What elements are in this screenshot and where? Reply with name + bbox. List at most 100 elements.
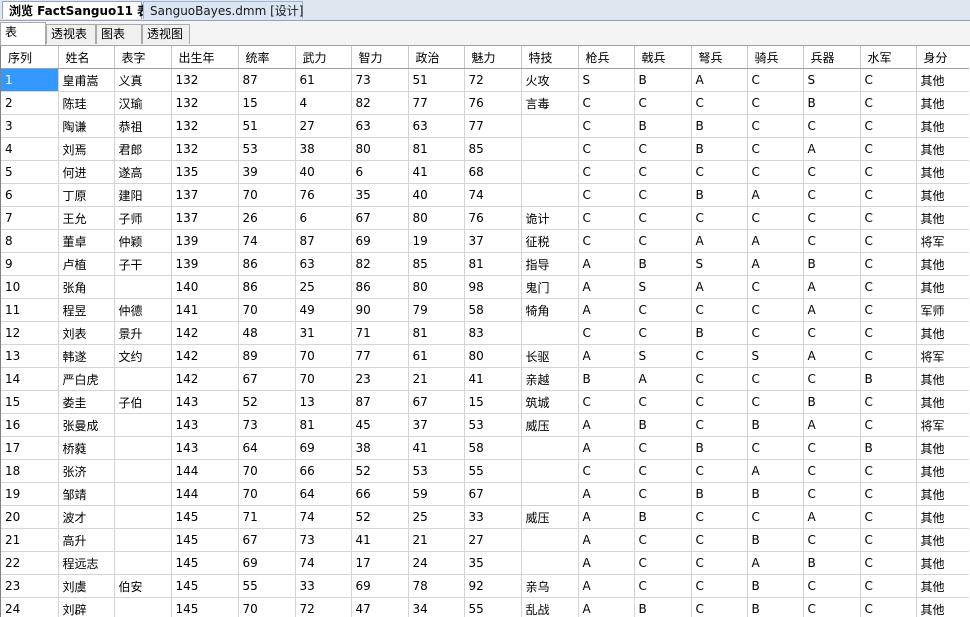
table-cell[interactable]: 85 (408, 252, 465, 276)
table-cell[interactable]: C (691, 206, 748, 230)
column-header[interactable]: 智力 (351, 46, 409, 69)
table-cell[interactable]: 70 (295, 344, 352, 368)
table-cell[interactable]: C (691, 597, 748, 617)
table-row[interactable]: 16 张曼成 143 73 81 45 37 53 威压 A B C B A C 将军 (1, 413, 969, 437)
table-cell[interactable]: C (634, 551, 692, 575)
table-cell[interactable]: 刘焉 (58, 137, 115, 161)
table-cell[interactable]: S (634, 275, 692, 299)
table-cell[interactable]: C (691, 91, 748, 115)
table-row[interactable]: 11 程昱 仲德 141 70 49 90 79 58 犄角 A C C C A C 军师 (1, 298, 969, 322)
table-row[interactable]: 4 刘焉 君郎 132 53 38 80 81 85 C C B C A C 其他 (1, 137, 969, 161)
table-cell[interactable]: 其他 (916, 137, 969, 161)
table-cell[interactable]: B (691, 436, 748, 460)
table-cell[interactable]: 86 (351, 275, 409, 299)
table-cell[interactable]: 陈珪 (58, 91, 115, 115)
table-cell[interactable] (114, 436, 172, 460)
table-cell[interactable]: B (691, 114, 748, 138)
table-cell[interactable]: C (803, 367, 861, 391)
table-cell[interactable]: 81 (408, 321, 465, 345)
table-cell[interactable] (114, 482, 172, 506)
table-cell[interactable]: 王允 (58, 206, 115, 230)
table-cell[interactable]: C (634, 91, 692, 115)
table-cell[interactable]: 刘辟 (58, 597, 115, 617)
table-cell[interactable]: C (747, 367, 804, 391)
table-cell[interactable]: 25 (295, 275, 352, 299)
table-cell[interactable]: A (747, 252, 804, 276)
table-cell[interactable]: C (747, 275, 804, 299)
table-cell[interactable]: 55 (464, 459, 522, 483)
table-cell[interactable]: A (803, 298, 861, 322)
table-cell[interactable]: 将军 (916, 413, 969, 437)
table-cell[interactable]: C (578, 321, 635, 345)
table-cell[interactable]: 53 (464, 413, 522, 437)
table-cell[interactable]: A (578, 252, 635, 276)
table-cell[interactable]: S (634, 344, 692, 368)
table-cell[interactable]: C (803, 321, 861, 345)
table-cell[interactable]: C (747, 505, 804, 529)
table-cell[interactable]: 张济 (58, 459, 115, 483)
table-row[interactable]: 2 陈珪 汉瑜 132 15 4 82 77 76 言毒 C C C C B C 其他 (1, 91, 969, 115)
table-cell[interactable]: 2 (1, 91, 59, 115)
table-cell[interactable]: C (747, 298, 804, 322)
table-cell[interactable]: 47 (351, 597, 409, 617)
table-cell[interactable]: 其他 (916, 206, 969, 230)
table-cell[interactable]: C (860, 229, 917, 253)
column-header[interactable]: 兵器 (803, 46, 861, 69)
table-row[interactable]: 23 刘虞 伯安 145 55 33 69 78 92 亲乌 A C C B C C 其他 (1, 574, 969, 598)
table-cell[interactable]: 其他 (916, 459, 969, 483)
table-cell[interactable]: C (747, 160, 804, 184)
table-row[interactable]: 18 张济 144 70 66 52 53 55 C C C A C C 其他 (1, 459, 969, 483)
table-cell[interactable]: 145 (171, 574, 239, 598)
column-header[interactable]: 骑兵 (747, 46, 804, 69)
table-cell[interactable]: A (803, 344, 861, 368)
table-cell[interactable]: C (634, 229, 692, 253)
column-header[interactable]: 序列 (1, 46, 59, 69)
table-cell[interactable]: 81 (408, 137, 465, 161)
table-cell[interactable]: C (691, 505, 748, 529)
table-cell[interactable]: 21 (408, 367, 465, 391)
table-cell[interactable]: 67 (464, 482, 522, 506)
table-cell[interactable]: 恭祖 (114, 114, 172, 138)
table-cell[interactable]: 80 (464, 344, 522, 368)
table-cell[interactable]: 64 (295, 482, 352, 506)
table-cell[interactable]: 25 (408, 505, 465, 529)
table-row[interactable]: 14 严白虎 142 67 70 23 21 41 亲越 B A C C C B 其他 (1, 367, 969, 391)
table-row[interactable]: 15 娄圭 子伯 143 52 13 87 67 15 筑城 C C C C B C 其他 (1, 390, 969, 414)
table-cell[interactable]: C (860, 160, 917, 184)
table-cell[interactable]: 16 (1, 413, 59, 437)
table-cell[interactable] (114, 367, 172, 391)
table-cell[interactable]: C (860, 482, 917, 506)
table-cell[interactable]: 其他 (916, 114, 969, 138)
table-cell[interactable]: B (860, 436, 917, 460)
table-cell[interactable]: 143 (171, 436, 239, 460)
table-cell[interactable]: 长驱 (521, 344, 579, 368)
table-cell[interactable]: 何进 (58, 160, 115, 184)
table-cell[interactable]: 其他 (916, 183, 969, 207)
table-cell[interactable] (521, 321, 579, 345)
table-cell[interactable]: 38 (295, 137, 352, 161)
table-cell[interactable]: 21 (408, 528, 465, 552)
table-cell[interactable] (521, 183, 579, 207)
table-cell[interactable]: A (747, 229, 804, 253)
table-cell[interactable]: 汉瑜 (114, 91, 172, 115)
table-cell[interactable]: 66 (351, 482, 409, 506)
table-cell[interactable]: C (860, 298, 917, 322)
table-cell[interactable]: 82 (351, 252, 409, 276)
table-cell[interactable]: 87 (295, 229, 352, 253)
table-cell[interactable]: 27 (464, 528, 522, 552)
table-cell[interactable]: 73 (238, 413, 296, 437)
table-cell[interactable]: 67 (408, 390, 465, 414)
table-cell[interactable]: 伯安 (114, 574, 172, 598)
table-cell[interactable]: 37 (408, 413, 465, 437)
table-cell[interactable]: 37 (464, 229, 522, 253)
table-cell[interactable]: 10 (1, 275, 59, 299)
table-cell[interactable]: B (803, 551, 861, 575)
table-cell[interactable]: A (578, 436, 635, 460)
table-cell[interactable]: C (578, 229, 635, 253)
table-cell[interactable]: 34 (408, 597, 465, 617)
table-cell[interactable]: 13 (1, 344, 59, 368)
table-cell[interactable]: 义真 (114, 68, 172, 92)
table-cell[interactable]: 77 (464, 114, 522, 138)
table-cell[interactable]: 39 (238, 160, 296, 184)
table-cell[interactable]: C (578, 91, 635, 115)
